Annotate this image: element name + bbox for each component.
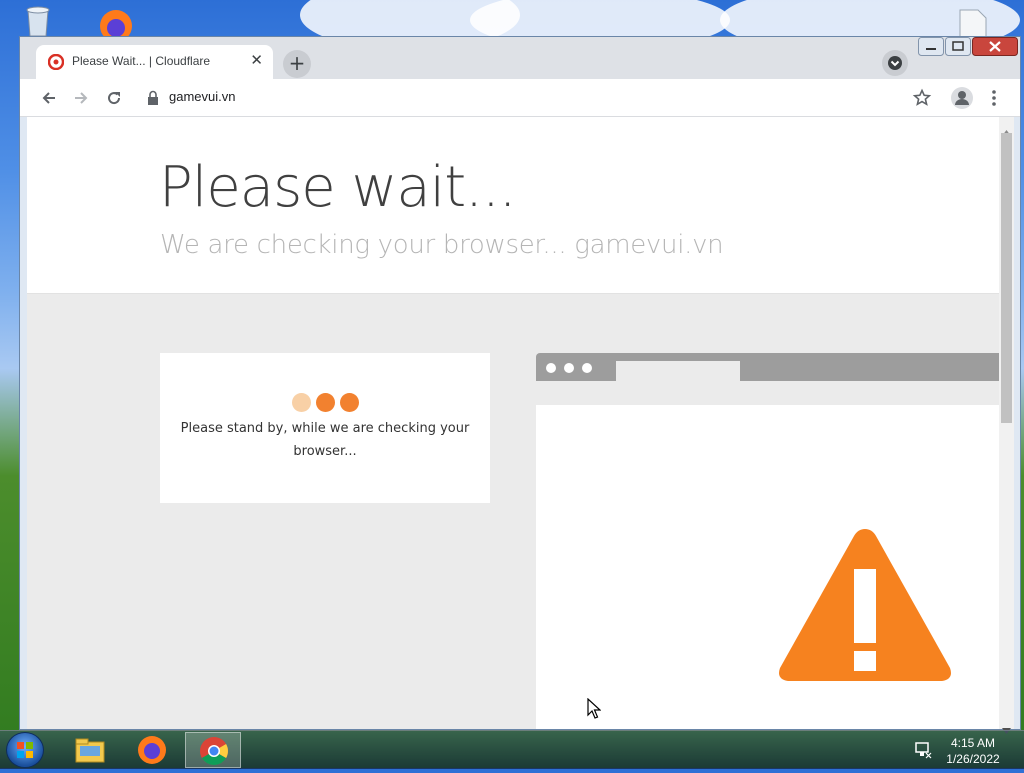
warning-triangle-icon	[774, 523, 956, 691]
page-header: Please wait... We are checking your brow…	[27, 117, 999, 294]
tray-clock[interactable]: 4:15 AM 1/26/2022	[936, 735, 1010, 767]
illustration-body	[536, 405, 999, 729]
vertical-scrollbar[interactable]	[999, 117, 1014, 734]
loading-dot-icon	[292, 393, 311, 412]
close-tab-icon[interactable]: ✕	[250, 51, 263, 69]
close-window-button[interactable]	[972, 37, 1018, 57]
browser-illustration	[536, 353, 999, 729]
maximize-button[interactable]	[945, 37, 971, 57]
reload-icon[interactable]	[104, 88, 124, 108]
page-viewport: Please wait... We are checking your brow…	[27, 117, 999, 729]
taskbar-firefox-icon[interactable]	[124, 732, 180, 768]
loading-dot-icon	[340, 393, 359, 412]
new-tab-button[interactable]: +	[283, 50, 311, 78]
firefox-shortcut-icon[interactable]	[92, 4, 140, 42]
lock-icon[interactable]	[146, 90, 160, 110]
clock-time: 4:15 AM	[950, 736, 996, 750]
taskbar: 4:15 AM 1/26/2022	[0, 730, 1024, 769]
back-arrow-icon[interactable]	[39, 88, 59, 108]
bookmark-star-icon[interactable]	[912, 88, 932, 108]
minimize-button[interactable]	[918, 37, 944, 57]
clock-date: 1/26/2022	[946, 752, 1000, 766]
mouse-cursor-icon	[587, 697, 602, 724]
illustration-dot	[582, 363, 592, 373]
loading-dot-icon	[316, 393, 335, 412]
url-text: gamevui.vn	[169, 89, 236, 104]
tab-search-button[interactable]	[882, 50, 908, 76]
tab-cloudflare[interactable]: Please Wait... | Cloudflare ✕	[36, 45, 273, 79]
illustration-dot	[546, 363, 556, 373]
page-title: Please wait...	[159, 155, 517, 220]
forward-arrow-icon[interactable]	[71, 88, 91, 108]
illustration-dot	[564, 363, 574, 373]
network-icon[interactable]	[914, 741, 932, 763]
tab-title: Please Wait... | Cloudflare	[72, 54, 211, 68]
illustration-titlebar	[536, 353, 999, 381]
address-bar[interactable]: gamevui.vn	[135, 83, 990, 113]
more-menu-icon[interactable]	[984, 88, 1004, 108]
profile-avatar-icon[interactable]	[950, 86, 974, 110]
cloudflare-favicon-icon	[47, 53, 65, 71]
taskbar-explorer-icon[interactable]	[62, 732, 118, 768]
status-card: Please stand by, while we are checking y…	[160, 353, 490, 503]
status-message: Please stand by, while we are checking y…	[180, 421, 470, 459]
start-button[interactable]	[6, 732, 44, 768]
recycle-bin-icon[interactable]	[20, 4, 56, 38]
taskbar-chrome-icon[interactable]	[185, 732, 241, 768]
scrollbar-thumb[interactable]	[1001, 133, 1012, 423]
page-subtitle: We are checking your browser... gamevui.…	[160, 230, 724, 260]
browser-window: Please Wait... | Cloudflare ✕ + gamevui.…	[19, 36, 1021, 734]
illustration-tab	[616, 361, 740, 381]
browser-toolbar: gamevui.vn	[20, 79, 1020, 117]
tab-strip: Please Wait... | Cloudflare ✕ +	[20, 37, 1020, 79]
file-icon[interactable]	[954, 8, 990, 39]
